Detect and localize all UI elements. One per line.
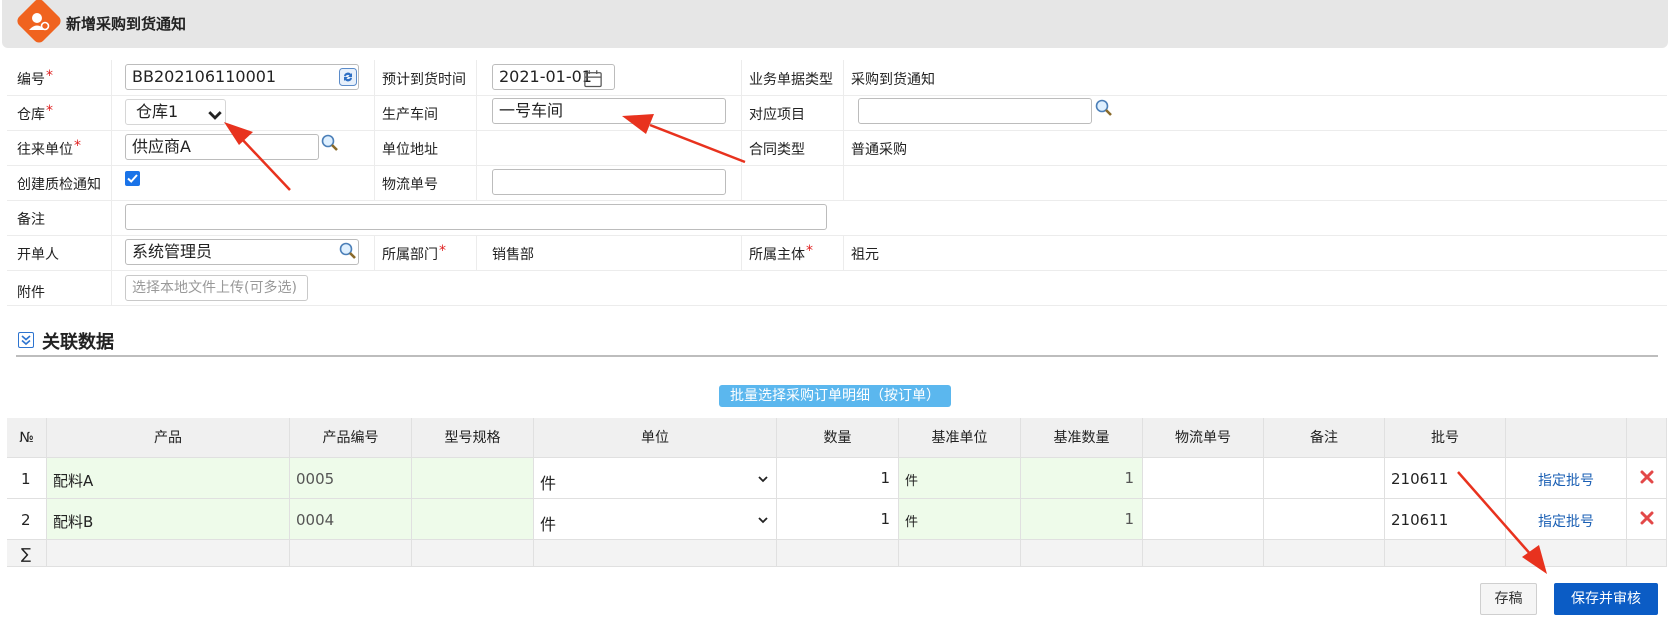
qc-label: 创建质检通知 (17, 177, 101, 193)
unit-value: 件 (540, 474, 557, 493)
qty-value: 1 (880, 510, 890, 528)
batch-value: 210611 (1391, 511, 1449, 529)
project-input[interactable] (858, 98, 1092, 124)
biz-type-value: 采购到货通知 (851, 72, 935, 88)
related-section-title: 关联数据 (42, 332, 114, 353)
logistics-cell[interactable] (1143, 499, 1264, 540)
qty-input[interactable]: 1 (777, 499, 899, 540)
base-qty-cell: 1 (1124, 510, 1134, 528)
batch-cell[interactable]: 210611 (1385, 458, 1506, 499)
app-logo-icon (14, 0, 64, 46)
section-divider (16, 355, 1658, 357)
qty-value: 1 (880, 469, 890, 487)
form-row-6: 开单人 系统管理员 所属部门* 销售部 所属主体* 祖元 (7, 235, 1667, 271)
col-header-delete (1627, 418, 1667, 458)
calendar-icon[interactable] (583, 69, 602, 88)
remark-cell[interactable] (1264, 499, 1385, 540)
unit-value: 件 (540, 515, 557, 534)
product-code-cell: 0004 (296, 511, 335, 529)
col-header-base-qty: 基准数量 (1021, 418, 1143, 458)
eta-label: 预计到货时间 (382, 72, 466, 88)
logistics-input[interactable] (492, 169, 726, 195)
logistics-cell[interactable] (1143, 458, 1264, 499)
col-header-remark: 备注 (1264, 418, 1385, 458)
partner-input[interactable]: 供应商A (125, 134, 319, 160)
delete-row-icon[interactable] (1640, 470, 1654, 484)
upload-file-button[interactable]: 选择本地文件上传(可多选) (125, 275, 308, 301)
dept-label: 所属部门* (382, 243, 446, 263)
search-creator-icon[interactable] (338, 241, 358, 261)
project-label: 对应项目 (749, 107, 805, 123)
assign-batch-link[interactable]: 指定批号 (1538, 514, 1594, 530)
collapse-section-icon[interactable] (18, 332, 34, 348)
partner-label: 往来单位* (17, 138, 81, 158)
form-row-1: 编号* BB202106110001 预计到货时间 2021-01-01 业务单… (7, 60, 1667, 96)
col-header-qty: 数量 (777, 418, 899, 458)
delete-row-icon[interactable] (1640, 511, 1654, 525)
chevron-down-icon (758, 476, 768, 483)
col-header-spec: 型号规格 (412, 418, 534, 458)
base-qty-cell: 1 (1124, 469, 1134, 487)
col-header-unit: 单位 (534, 418, 777, 458)
remark-input[interactable] (125, 204, 827, 230)
creator-input[interactable]: 系统管理员 (125, 239, 359, 265)
contract-type-value: 普通采购 (851, 142, 907, 158)
entity-label: 所属主体* (749, 243, 813, 263)
save-and-audit-button[interactable]: 保存并审核 (1554, 583, 1658, 615)
batch-cell[interactable]: 210611 (1385, 499, 1506, 540)
window-title-bar: 新增采购到货通知 (2, 0, 1668, 48)
creator-label: 开单人 (17, 247, 59, 263)
col-header-logistics: 物流单号 (1143, 418, 1264, 458)
unit-select[interactable]: 件 (534, 458, 777, 499)
biz-type-label: 业务单据类型 (749, 72, 833, 88)
code-label: 编号* (17, 68, 53, 88)
search-partner-icon[interactable] (320, 133, 340, 153)
attach-label: 附件 (17, 285, 45, 301)
col-header-base-unit: 基准单位 (899, 418, 1021, 458)
workshop-label: 生产车间 (382, 107, 438, 123)
col-header-product: 产品 (47, 418, 290, 458)
form-row-5: 备注 (7, 200, 1667, 236)
batch-select-order-button[interactable]: 批量选择采购订单明细（按订单） (719, 385, 951, 407)
search-project-icon[interactable] (1094, 98, 1114, 118)
col-header-assign (1506, 418, 1627, 458)
chevron-down-icon (205, 105, 222, 120)
row-number: 2 (21, 511, 31, 529)
qty-input[interactable]: 1 (777, 458, 899, 499)
contract-type-label: 合同类型 (749, 142, 805, 158)
save-draft-button[interactable]: 存稿 (1480, 583, 1537, 615)
code-input[interactable]: BB202106110001 (125, 64, 359, 90)
warehouse-label: 仓库* (17, 103, 53, 123)
qc-checkbox[interactable] (125, 171, 140, 186)
workshop-input[interactable]: 一号车间 (492, 98, 726, 124)
form-row-7: 附件 选择本地文件上传(可多选) (7, 270, 1667, 306)
col-header-batch: 批号 (1385, 418, 1506, 458)
form-row-4: 创建质检通知 物流单号 (7, 165, 1667, 201)
entity-value: 祖元 (851, 247, 879, 263)
refresh-code-icon[interactable] (338, 67, 358, 87)
remark-label: 备注 (17, 212, 45, 228)
remark-cell[interactable] (1264, 458, 1385, 499)
batch-value: 210611 (1391, 470, 1449, 488)
col-header-no: № (7, 418, 47, 458)
product-cell[interactable]: 配料B (53, 511, 93, 532)
assign-batch-link[interactable]: 指定批号 (1538, 473, 1594, 489)
unit-select[interactable]: 件 (534, 499, 777, 540)
chevron-down-icon (758, 517, 768, 524)
base-unit-cell: 件 (905, 515, 919, 530)
base-unit-cell: 件 (905, 474, 919, 489)
form-row-2: 仓库* 仓库1 生产车间 一号车间 对应项目 (7, 95, 1667, 131)
row-number: 1 (21, 470, 31, 488)
logistics-label: 物流单号 (382, 177, 438, 193)
product-code-cell: 0005 (296, 470, 335, 488)
form-row-3: 往来单位* 供应商A 单位地址 合同类型 普通采购 (7, 130, 1667, 166)
sum-symbol: ∑ (21, 545, 32, 563)
page-title: 新增采购到货通知 (66, 15, 187, 33)
product-cell[interactable]: 配料A (53, 470, 93, 491)
address-label: 单位地址 (382, 142, 438, 158)
col-header-product-code: 产品编号 (290, 418, 412, 458)
dept-value: 销售部 (492, 247, 534, 263)
